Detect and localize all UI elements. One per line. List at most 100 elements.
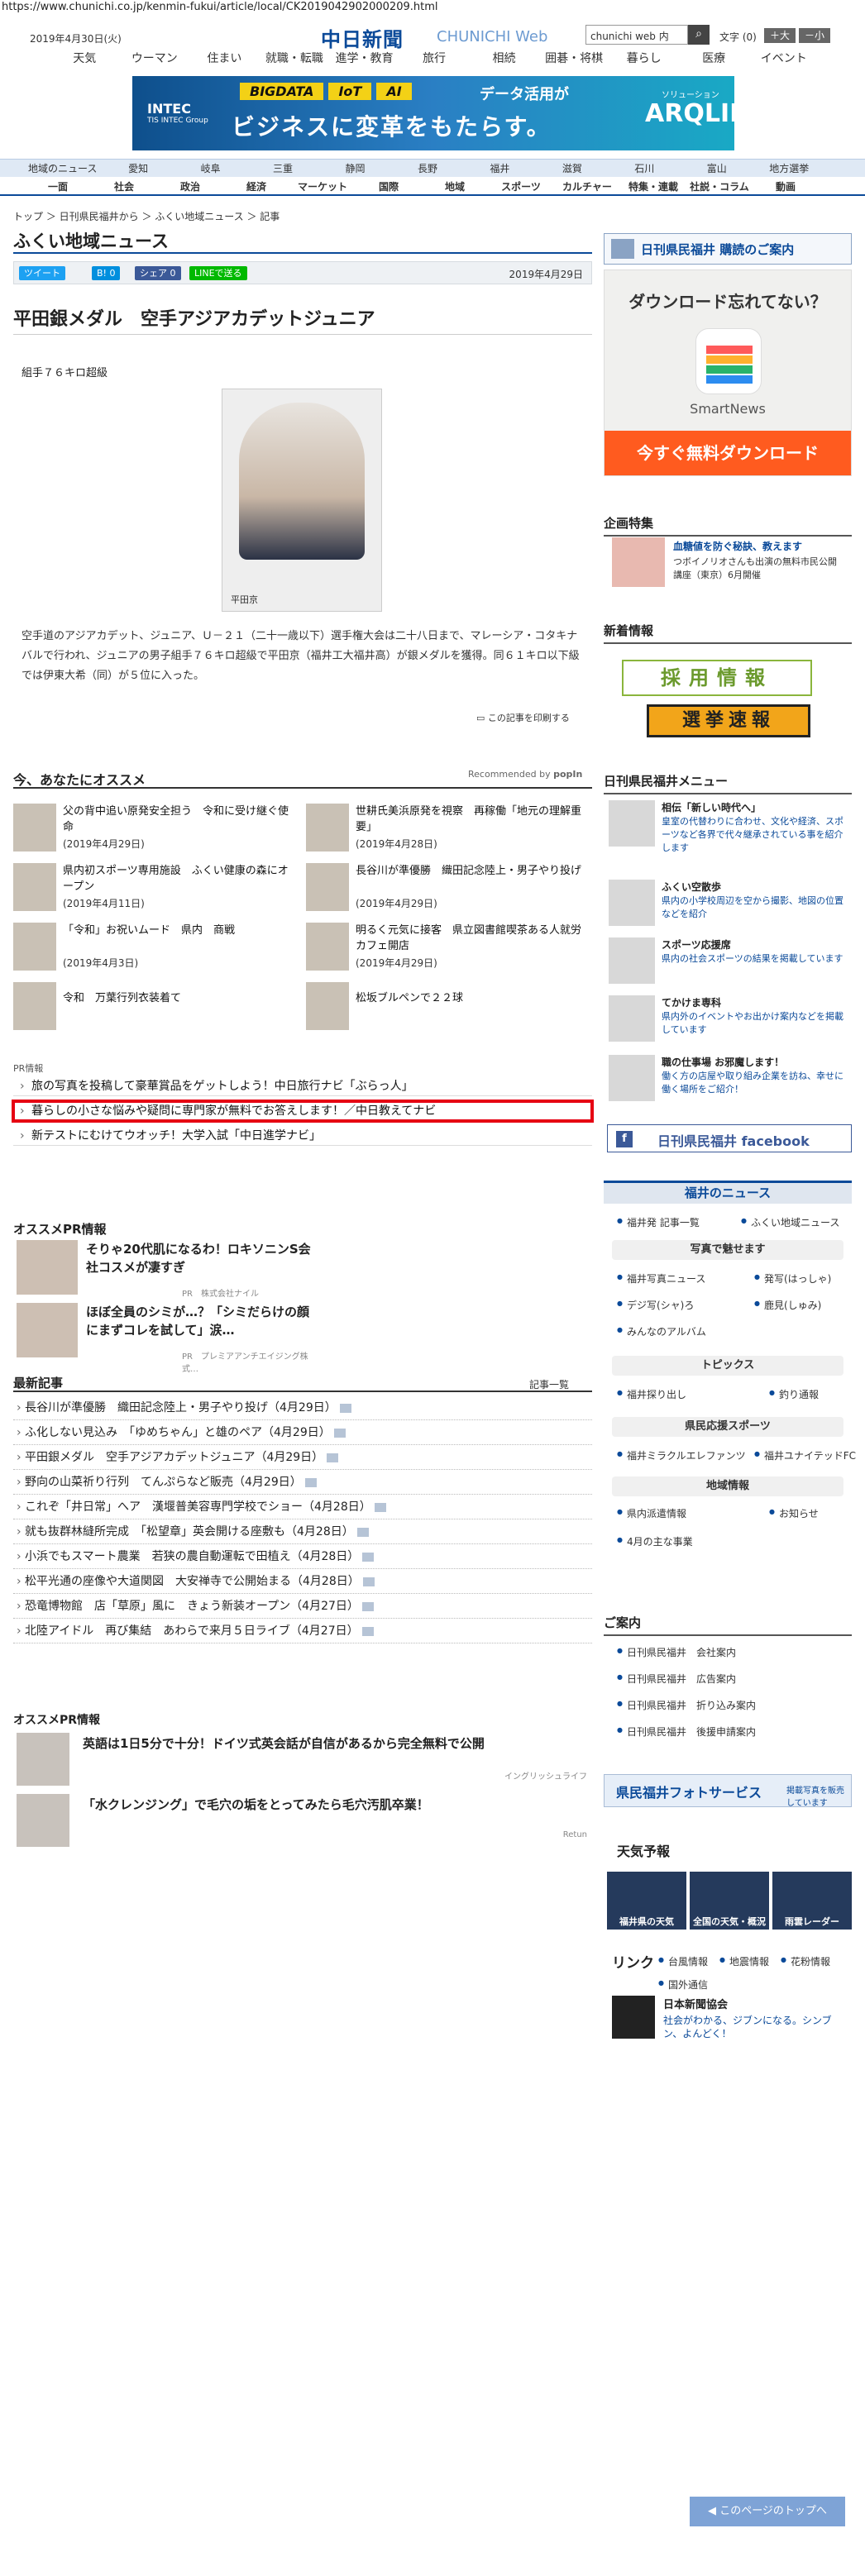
osusume-pr2-item[interactable]: 英語は1日5分で十分！ドイツ式英会話が自信があるから完全無料で公開 イングリッシュ… [17,1733,587,1787]
smartnews-ad[interactable]: ダウンロード忘れてない？ SmartNews 今すぐ無料ダウンロード [604,270,852,476]
nav-regional-item[interactable]: 福井 [464,160,536,178]
nav-main-item[interactable]: 社会 [91,178,157,196]
tweet-button[interactable]: ツイート [19,266,65,280]
side-link[interactable]: 日刊県民福井 折り込み案内 [617,1698,756,1712]
print-link[interactable]: ▭ この記事を印刷する [476,711,570,724]
menu-item[interactable]: 職の仕事場 お邪魔します！ 働く方の店屋や取り組み企業を訪ね、幸せに働く場所をご紹… [609,1055,848,1106]
nav-regional-item[interactable]: 滋賀 [536,160,608,178]
top-banner-ad[interactable]: INTEC TIS INTEC Group BIGDATA IoT AI データ活… [132,76,750,150]
nav-main-item[interactable]: 一面 [25,178,91,196]
side-link[interactable]: 花粉情報 [781,1954,830,1968]
recommend-item[interactable]: 「令和」お祝いムード 県内 商戦 (2019年4月3日) [13,923,294,972]
latest-item[interactable]: 就も抜群林縫所完成 「松望章」英会開ける座敷も（4月28日） [13,1519,592,1544]
nav-regional-item[interactable]: 三重 [246,160,318,178]
recommend-item[interactable]: 父の背中追い原発安全担う 令和に受け継ぐ使命 (2019年4月29日) [13,804,294,853]
photo-service-banner[interactable]: 県民福井フォトサービス 掲載写真を販売しています [604,1774,852,1808]
category-link[interactable]: 天気 [50,50,120,68]
facebook-banner[interactable]: f 日刊県民福井 facebook [607,1124,852,1152]
pr-link[interactable]: 新テストにむけてウオッチ！大学入試「中日進学ナビ」 [13,1126,592,1146]
recommend-item[interactable]: 令和 万葉行列衣装着て [13,982,294,1032]
line-share-button[interactable]: LINEで送る [189,266,247,280]
side-link[interactable]: お知らせ [769,1506,819,1520]
nav-main-item[interactable]: 特集・連載 [620,178,686,196]
category-link[interactable]: 暮らし [609,50,679,68]
pr-link-highlighted[interactable]: 暮らしの小さな悩みや疑問に専門家が無料でお答えします！／中日教えてナビ [12,1100,594,1123]
latest-item[interactable]: 松平光通の座像や大道関図 大安禅寺で公開始まる（4月28日） [13,1569,592,1594]
nav-regional-item[interactable]: 石川 [609,160,681,178]
nav-regional-item[interactable]: 富山 [681,160,753,178]
pr-link[interactable]: 旅の写真を投稿して豪華賞品をゲットしよう！中日旅行ナビ「ぶらっ人」 [13,1076,592,1096]
osusume-pr2-item[interactable]: 「水クレンジング」で毛穴の垢をとってみたら毛穴汚肌卒業！ Retun [17,1794,587,1849]
side-link[interactable]: 福井ユナイテッドFC [754,1448,856,1462]
latest-item[interactable]: これぞ「井日常」へア 漢堰普美容専門学校でショー（4月28日） [13,1495,592,1519]
weather-national-button[interactable]: 全国の天気・概況 [690,1872,769,1930]
category-link[interactable]: 旅行 [399,50,470,68]
hatena-button[interactable]: B! 0 [92,266,121,280]
weather-fukui-button[interactable]: 福井県の天気 [607,1872,686,1930]
page-top-button[interactable]: ◀ このページのトップへ [690,2497,845,2526]
senkyo-banner[interactable]: 選挙速報 [647,704,810,737]
side-link[interactable]: 台風情報 [658,1954,708,1968]
recommend-item[interactable]: 世耕氏美浜原発を視察 再稼働「地元の理解重要」 (2019年4月28日) [306,804,587,853]
side-link[interactable]: 福井発 記事一覧 [617,1215,700,1229]
side-link[interactable]: 鹿見(しゅみ) [754,1298,821,1312]
osusume-pr-item[interactable]: そりゃ20代肌になるわ！ロキソニンS会社コスメが凄すぎ PR 株式会社ナイル [17,1240,314,1299]
rain-radar-button[interactable]: 雨雲レーダー [772,1872,852,1930]
nav-main-item[interactable]: 社説・コラム [686,178,753,196]
search-icon[interactable]: ⌕ [688,25,710,45]
nav-regional-item[interactable]: 地域のニュース [23,160,102,178]
nav-main-item[interactable]: 地域 [422,178,488,196]
side-link[interactable]: みんなのアルバム [617,1324,706,1338]
recommend-item[interactable]: 松坂ブルペンで２２球 [306,982,587,1032]
nav-regional-item[interactable]: 地方選挙 [753,160,824,178]
side-link[interactable]: 国外通信 [658,1977,708,1992]
recommend-item[interactable]: 明るく元気に接客 県立図書館喫茶ある人就労カフェ開店 (2019年4月29日) [306,923,587,972]
search-input[interactable]: chunichi web 内 [585,25,688,45]
latest-item[interactable]: 小浜でもスマート農業 若狭の農自動運転で田植え（4月28日） [13,1544,592,1569]
latest-item[interactable]: 北陸アイドル 再び集結 あわらで来月５日ライブ（4月27日） [13,1619,592,1643]
nav-main-item[interactable]: マーケット [289,178,356,196]
latest-item[interactable]: 平田銀メダル 空手アジアカデットジュニア（4月29日） [13,1445,592,1470]
menu-item[interactable]: てかけま専科 県内外のイベントやお出かけ案内などを掲載しています [609,995,848,1047]
facebook-share-button[interactable]: シェア 0 [135,266,181,280]
side-link[interactable]: 発写(はっしゃ) [754,1271,831,1286]
side-link[interactable]: 4月の主な事業 [617,1534,693,1548]
nav-regional-item[interactable]: 岐阜 [174,160,246,178]
side-link[interactable]: 県内派遣情報 [617,1506,686,1520]
font-small-button[interactable]: －小 [799,28,830,43]
side-link[interactable]: 福井ミラクルエレファンツ [617,1448,746,1462]
side-link[interactable]: 福井探り出し [617,1387,686,1401]
osusume-pr-item[interactable]: ほぼ全員のシミが…？「シミだらけの顔にまずコレを試して」涙… PR プレミアアンチ… [17,1303,314,1374]
category-link[interactable]: 相続 [469,50,539,68]
side-link[interactable]: 日刊県民福井 広告案内 [617,1672,736,1686]
category-link[interactable]: 医療 [679,50,749,68]
menu-item[interactable]: 相伝「新しい時代へ」 皇室の代替わりに合わせ、文化や経済、スポーツなど各界で代々継… [609,800,848,853]
nav-regional-item[interactable]: 長野 [391,160,463,178]
site-logo-sub[interactable]: CHUNICHI Web [437,28,547,45]
kikaku-item[interactable]: 血糖値を防ぐ秘訣、教えます つボイノリオさんも出演の無料市民公開講座（東京）6月… [612,537,843,595]
font-large-button[interactable]: ＋大 [764,28,796,43]
category-link[interactable]: イベント [748,50,819,68]
nav-main-item[interactable]: カルチャー [554,178,620,196]
latest-item[interactable]: 恐竜博物館 店「草原」風に きょう新装オープン（4月27日） [13,1594,592,1619]
menu-item[interactable]: スポーツ応援席 県内の社会スポーツの結果を掲載しています [609,937,848,989]
nav-main-item[interactable]: 政治 [157,178,223,196]
menu-item[interactable]: ふくい空散歩 県内の小学校周辺を空から撮影、地図の位置などを紹介 [609,880,848,931]
category-link[interactable]: 就職・転職 [260,50,330,68]
latest-item[interactable]: ふ化しない見込み 「ゆめちゃん」と雄のペア（4月29日） [13,1420,592,1445]
url-bar[interactable]: https://www.chunichi.co.jp/kenmin-fukui/… [0,0,437,15]
download-button[interactable]: 今すぐ無料ダウンロード [605,431,851,475]
subscribe-banner[interactable]: 日刊県民福井 購読のご案内 [604,233,852,265]
side-link[interactable]: 日刊県民福井 会社案内 [617,1645,736,1659]
category-link[interactable]: 囲碁・将棋 [539,50,609,68]
latest-item[interactable]: 長谷川が準優勝 織田記念陸上・男子やり投げ（4月29日） [13,1395,592,1420]
side-link[interactable]: 釣り通報 [769,1387,819,1401]
recommend-item[interactable]: 県内初スポーツ専用施設 ふくい健康の森にオープン (2019年4月11日) [13,863,294,913]
recommend-item[interactable]: 長谷川が準優勝 織田記念陸上・男子やり投げ (2019年4月29日) [306,863,587,913]
nihon-shinbun-link[interactable]: 日本新聞協会 社会がわかる、ジブンになる。シンブン、よんどく！ [612,1996,852,2045]
nav-main-item[interactable]: スポーツ [488,178,554,196]
site-logo[interactable]: 中日新聞 [321,23,404,52]
nav-regional-item[interactable]: 静岡 [319,160,391,178]
nav-main-item[interactable]: 動画 [753,178,819,196]
saiyo-banner[interactable]: 採用情報 [622,660,812,696]
